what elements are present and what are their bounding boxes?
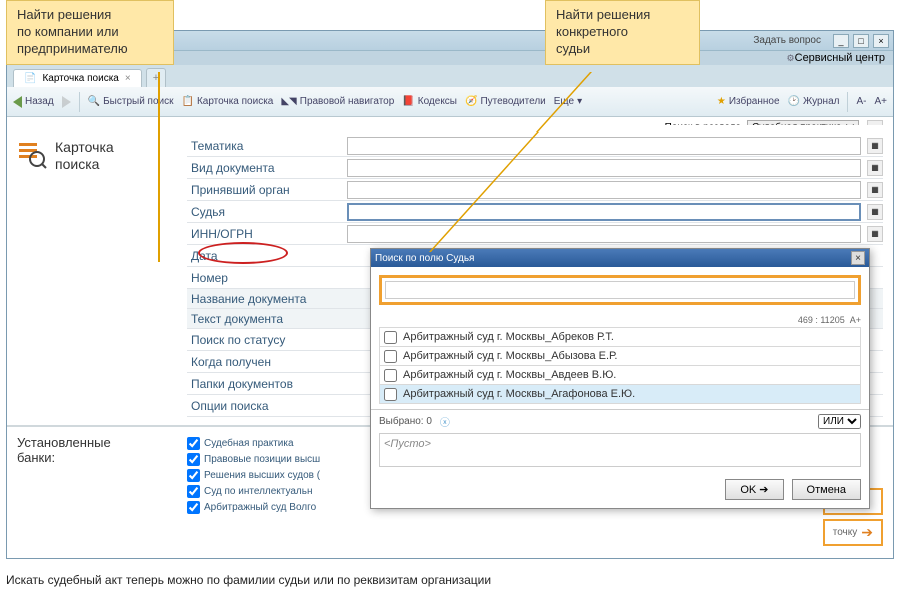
tab-label: Карточка поиска bbox=[42, 73, 118, 84]
judge-popup: Поиск по полю Судья × 469 : 11205 A+ Арб… bbox=[370, 248, 870, 509]
ok-button[interactable]: OK ➔ bbox=[725, 479, 783, 500]
arrow-left-icon bbox=[13, 96, 22, 108]
maximize-button[interactable]: □ bbox=[853, 34, 869, 48]
field-organ-label: Принявший орган bbox=[187, 183, 347, 197]
toolbar: Назад 🔍Быстрый поиск 📋Карточка поиска ◣◥… bbox=[7, 87, 893, 117]
clock-icon: 🕑 bbox=[788, 96, 800, 107]
popup-item-checkbox[interactable] bbox=[384, 388, 397, 401]
field-vid-clear[interactable]: ▦ bbox=[867, 160, 883, 176]
field-judge-input[interactable] bbox=[347, 203, 861, 221]
back-button[interactable]: Назад bbox=[13, 96, 54, 108]
field-tema-input[interactable] bbox=[347, 137, 861, 155]
bank-checkbox[interactable] bbox=[187, 485, 200, 498]
field-folders-label: Папки документов bbox=[187, 377, 347, 391]
popup-close-icon[interactable]: × bbox=[851, 251, 865, 265]
banks-title: Установленные банки: bbox=[17, 435, 187, 515]
bank-checkbox[interactable] bbox=[187, 437, 200, 450]
callout-company: Найти решения по компании или предприним… bbox=[6, 0, 174, 65]
popup-font-plus[interactable]: A+ bbox=[850, 315, 861, 325]
field-judge-label: Судья bbox=[187, 205, 347, 219]
bank-checkbox[interactable] bbox=[187, 453, 200, 466]
quick-search-button[interactable]: 🔍Быстрый поиск bbox=[88, 96, 174, 107]
forward-button[interactable] bbox=[62, 96, 71, 108]
tab-add-button[interactable]: + bbox=[146, 68, 166, 87]
field-number-label: Номер bbox=[187, 271, 347, 285]
field-inn-input[interactable] bbox=[347, 225, 861, 243]
popup-selected-list: <Пусто> bbox=[379, 433, 861, 467]
tab-bar: 📄 Карточка поиска × + bbox=[7, 65, 893, 87]
search-card-icon bbox=[17, 139, 47, 169]
card-header: Карточка поиска bbox=[17, 135, 187, 417]
popup-meta: 469 : 11205 A+ bbox=[371, 313, 869, 327]
popup-item-checkbox[interactable] bbox=[384, 331, 397, 344]
font-increase[interactable]: A+ bbox=[874, 96, 887, 107]
tab-search-card[interactable]: 📄 Карточка поиска × bbox=[13, 69, 142, 87]
footer-caption: Искать судебный акт теперь можно по фами… bbox=[6, 573, 491, 587]
card-title: Карточка поиска bbox=[55, 139, 114, 173]
bank-checkbox[interactable] bbox=[187, 469, 200, 482]
nav-icon: ◣◥ bbox=[281, 96, 296, 107]
field-vid-label: Вид документа bbox=[187, 161, 347, 175]
field-tema-clear[interactable]: ▦ bbox=[867, 138, 883, 154]
magnifier-icon: 🔍 bbox=[88, 96, 100, 107]
field-organ-clear[interactable]: ▦ bbox=[867, 182, 883, 198]
close-button[interactable]: × bbox=[873, 34, 889, 48]
popup-item[interactable]: Арбитражный суд г. Москвы_Агафонова Е.Ю. bbox=[379, 384, 861, 404]
field-when-label: Когда получен bbox=[187, 355, 347, 369]
popup-titlebar: Поиск по полю Судья × bbox=[371, 249, 869, 267]
journal-button[interactable]: 🕑Журнал bbox=[788, 96, 840, 107]
legal-navigator-button[interactable]: ◣◥Правовой навигатор bbox=[281, 96, 394, 107]
to-point-button[interactable]: точку➔ bbox=[823, 519, 883, 546]
star-icon: ★ bbox=[717, 96, 726, 107]
popup-item-checkbox[interactable] bbox=[384, 350, 397, 363]
cancel-button[interactable]: Отмена bbox=[792, 479, 861, 500]
popup-search-box bbox=[379, 275, 861, 305]
tab-close-icon[interactable]: × bbox=[125, 73, 131, 84]
popup-search-input[interactable] bbox=[385, 281, 855, 299]
field-inn-label: ИНН/ОГРН bbox=[187, 227, 347, 241]
popup-item-checkbox[interactable] bbox=[384, 369, 397, 382]
codex-button[interactable]: 📕Кодексы bbox=[402, 96, 457, 107]
minimize-button[interactable]: _ bbox=[833, 34, 849, 48]
card-icon: 📋 bbox=[182, 96, 194, 107]
field-status-label: Поиск по статусу bbox=[187, 333, 347, 347]
popup-item[interactable]: Арбитражный суд г. Москвы_Абреков Р.Т. bbox=[379, 327, 861, 347]
search-card-button[interactable]: 📋Карточка поиска bbox=[182, 96, 274, 107]
popup-item[interactable]: Арбитражный суд г. Москвы_Авдеев В.Ю. bbox=[379, 365, 861, 385]
arrow-right-icon bbox=[62, 96, 71, 108]
favorites-button[interactable]: ★Избранное bbox=[717, 96, 780, 107]
ask-question-link[interactable]: Задать вопрос bbox=[753, 35, 821, 46]
compass-icon: 🧭 bbox=[465, 96, 477, 107]
popup-title-text: Поиск по полю Судья bbox=[375, 253, 474, 264]
service-center-link[interactable]: Сервисный центр bbox=[795, 52, 885, 64]
field-date-label: Дата bbox=[187, 249, 347, 263]
font-decrease[interactable]: A- bbox=[856, 96, 866, 107]
field-options-label: Опции поиска bbox=[187, 399, 347, 413]
popup-list: Арбитражный суд г. Москвы_Абреков Р.Т. А… bbox=[371, 327, 869, 409]
popup-item[interactable]: Арбитражный суд г. Москвы_Абызова Е.Р. bbox=[379, 346, 861, 366]
bank-checkbox[interactable] bbox=[187, 501, 200, 514]
field-judge-clear[interactable]: ▦ bbox=[867, 204, 883, 220]
field-organ-input[interactable] bbox=[347, 181, 861, 199]
field-tema-label: Тематика bbox=[187, 139, 347, 153]
logic-select[interactable]: ИЛИ bbox=[818, 414, 861, 429]
popup-footer: Выбрано: 0 ⓧ ИЛИ <Пусто> bbox=[371, 409, 869, 471]
tab-icon: 📄 bbox=[24, 73, 36, 84]
field-inn-clear[interactable]: ▦ bbox=[867, 226, 883, 242]
popup-selected-count: Выбрано: 0 bbox=[379, 416, 432, 427]
callout-line-left bbox=[158, 72, 160, 262]
clear-selection-icon[interactable]: ⓧ bbox=[440, 414, 450, 429]
field-vid-input[interactable] bbox=[347, 159, 861, 177]
callout-judge: Найти решения конкретного судьи bbox=[545, 0, 700, 65]
arrow-right-icon: ➔ bbox=[861, 524, 873, 541]
book-icon: 📕 bbox=[402, 96, 414, 107]
guides-button[interactable]: 🧭Путеводители bbox=[465, 96, 546, 107]
